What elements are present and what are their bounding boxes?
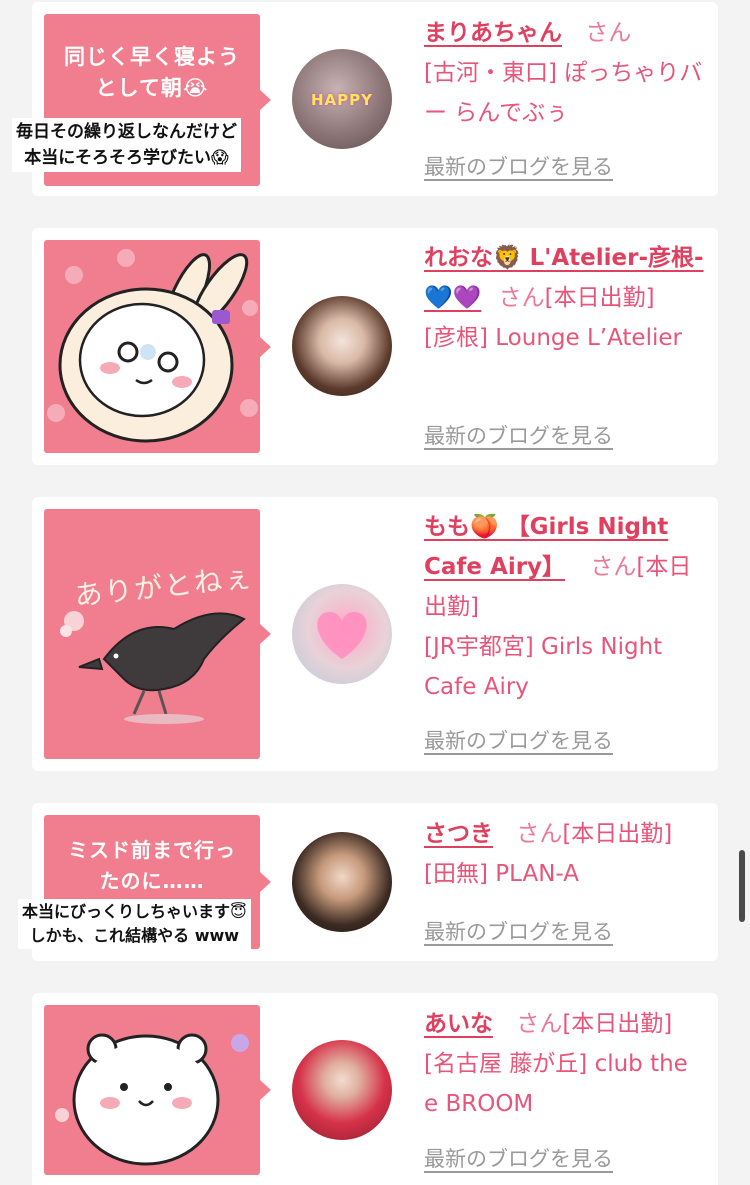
- honorific: さん: [585, 20, 632, 46]
- blog-thumbnail[interactable]: ありがとねぇ: [44, 509, 271, 759]
- work-status: [本日出勤]: [562, 821, 673, 847]
- blog-card[interactable]: ミスド前まで行っ たのに…… 本当にびっくりしちゃいます😇 しかも、これ結構やる…: [18, 803, 718, 961]
- honorific: さん: [516, 821, 563, 847]
- thumbnail-caption: 本当にびっくりしちゃいます😇 しかも、これ結構やる www: [18, 899, 251, 949]
- thumbnail-caption: 毎日その繰り返しなんだけど 本当にそろそろ学びたい😱: [12, 118, 241, 172]
- honorific: さん: [516, 1011, 563, 1037]
- shop-name: [田無] PLAN-A: [424, 861, 579, 887]
- blog-card[interactable]: あいな さん[本日出勤] [名古屋 藤が丘] club the e BROOM …: [32, 993, 718, 1185]
- girl-info: れおな🦁 L'Atelier-彦根-💙💜 さん[本日出勤] [彦根] Loung…: [424, 238, 708, 358]
- latest-blog-link[interactable]: 最新のブログを見る: [424, 420, 613, 450]
- blog-thumbnail[interactable]: [44, 1005, 271, 1175]
- work-status: [本日出勤]: [544, 285, 655, 311]
- scrollbar[interactable]: [739, 850, 745, 922]
- girl-info: あいな さん[本日出勤] [名古屋 藤が丘] club the e BROOM: [424, 1004, 708, 1124]
- girl-name-link[interactable]: さつき: [424, 821, 493, 847]
- latest-blog-link[interactable]: 最新のブログを見る: [424, 725, 613, 755]
- girl-name-link[interactable]: まりあちゃん: [424, 20, 562, 46]
- blog-card[interactable]: 同じく早く寝よう として朝😭 毎日その繰り返しなんだけど 本当にそろそろ学びたい…: [12, 2, 718, 196]
- honorific: さん: [498, 285, 545, 311]
- girl-name-link[interactable]: あいな: [424, 1011, 493, 1037]
- avatar[interactable]: [292, 584, 392, 684]
- avatar[interactable]: [292, 832, 392, 932]
- blog-card[interactable]: ありがとねぇ もも🍑 【Girls Night Cafe Airy】 さん[本日…: [32, 497, 718, 771]
- avatar[interactable]: [292, 1040, 392, 1140]
- bunny-sticker-image: [47, 249, 258, 443]
- latest-blog-link[interactable]: 最新のブログを見る: [424, 916, 613, 946]
- shop-name: [彦根] Lounge L’Atelier: [424, 325, 682, 351]
- hamster-sticker-image: [55, 1033, 249, 1166]
- latest-blog-link[interactable]: 最新のブログを見る: [424, 151, 613, 181]
- thumbnail-text: ミスド前まで行っ たのに……: [68, 838, 236, 893]
- latest-blog-link[interactable]: 最新のブログを見る: [424, 1143, 613, 1173]
- blog-card[interactable]: れおな🦁 L'Atelier-彦根-💙💜 さん[本日出勤] [彦根] Loung…: [32, 228, 718, 465]
- girl-info: まりあちゃん さん [古河・東口] ぽっちゃりバー らんでぶぅ: [424, 13, 708, 133]
- shop-name: [古河・東口] ぽっちゃりバー らんでぶぅ: [424, 60, 703, 126]
- heart-icon: [317, 611, 367, 659]
- thumbnail-text: 同じく早く寝よう として朝😭: [64, 45, 240, 100]
- girl-info: もも🍑 【Girls Night Cafe Airy】 さん[本日出勤] [JR…: [424, 507, 708, 707]
- crow-sticker-image: [60, 611, 246, 724]
- girl-info: さつき さん[本日出勤] [田無] PLAN-A: [424, 814, 708, 894]
- honorific: さん: [590, 554, 637, 580]
- shop-name: [JR宇都宮] Girls Night Cafe Airy: [424, 634, 663, 700]
- avatar[interactable]: [292, 296, 392, 396]
- avatar-sticker-text: HAPPY: [310, 91, 373, 109]
- shop-name: [名古屋 藤が丘] club the e BROOM: [424, 1051, 688, 1117]
- work-status: [本日出勤]: [562, 1011, 673, 1037]
- blog-thumbnail[interactable]: [44, 240, 271, 453]
- avatar[interactable]: HAPPY: [292, 49, 392, 149]
